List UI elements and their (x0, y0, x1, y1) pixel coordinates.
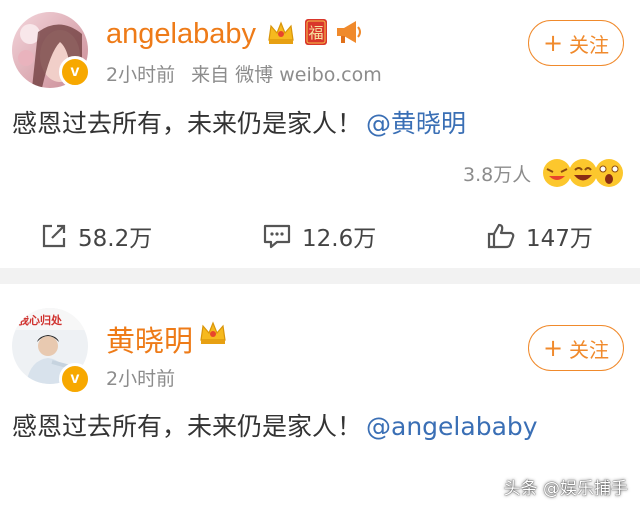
follow-button[interactable]: + 关注 (528, 325, 624, 371)
verified-badge-icon: v (59, 56, 91, 88)
post-source: 来自 微博 weibo.com (191, 64, 382, 86)
post-text: 感恩过去所有，未来仍是家人！ (12, 109, 363, 138)
crown-icon (266, 18, 296, 52)
username[interactable]: 黄晓明 (106, 318, 193, 360)
post-content: 感恩过去所有，未来仍是家人！ @angelababy (12, 407, 538, 443)
repost-icon (42, 224, 66, 248)
like-button[interactable]: 147万 (486, 219, 593, 253)
mention-link[interactable]: @黄晓明 (366, 109, 466, 138)
post-meta: 2小时前 (106, 364, 185, 391)
comment-count: 12.6万 (302, 226, 377, 252)
like-count: 147万 (526, 226, 593, 252)
post-time: 2小时前 (106, 368, 176, 390)
watermark: 头条 @娱乐捕手 (503, 479, 628, 499)
verified-badge-icon: v (59, 363, 91, 395)
comment-icon (263, 224, 291, 249)
username[interactable]: angelababy (106, 18, 256, 51)
plus-icon: + (542, 29, 564, 57)
avatar-caption: 我心归处 (18, 313, 63, 327)
post-meta: 2小时前 来自 微博 weibo.com (106, 60, 392, 87)
mention-link[interactable]: @angelababy (366, 412, 538, 441)
emoji-reactions-icon (543, 159, 624, 187)
reaction-summary[interactable]: 3.8万人 (463, 156, 631, 190)
repost-button[interactable]: 58.2万 (40, 219, 152, 253)
megaphone-icon (334, 17, 362, 51)
plus-icon: + (542, 334, 564, 362)
weibo-post-1: v angelababy 福 2小时前 来自 微博 weibo.com + 关注 (0, 0, 640, 268)
repost-count: 58.2万 (78, 226, 153, 252)
fu-badge-icon: 福 (303, 17, 329, 51)
thumbs-up-icon (487, 223, 515, 249)
post-time: 2小时前 (106, 64, 176, 86)
post-separator (0, 268, 640, 284)
post-text: 感恩过去所有，未来仍是家人！ (12, 412, 363, 441)
follow-button[interactable]: + 关注 (528, 20, 624, 66)
post-content: 感恩过去所有，未来仍是家人！ @黄晓明 (12, 104, 466, 140)
reaction-count: 3.8万人 (463, 163, 532, 186)
follow-label: 关注 (569, 337, 610, 362)
crown-icon (198, 318, 228, 352)
comment-button[interactable]: 12.6万 (262, 219, 376, 253)
follow-label: 关注 (569, 32, 610, 57)
fu-badge-text: 福 (308, 24, 323, 42)
